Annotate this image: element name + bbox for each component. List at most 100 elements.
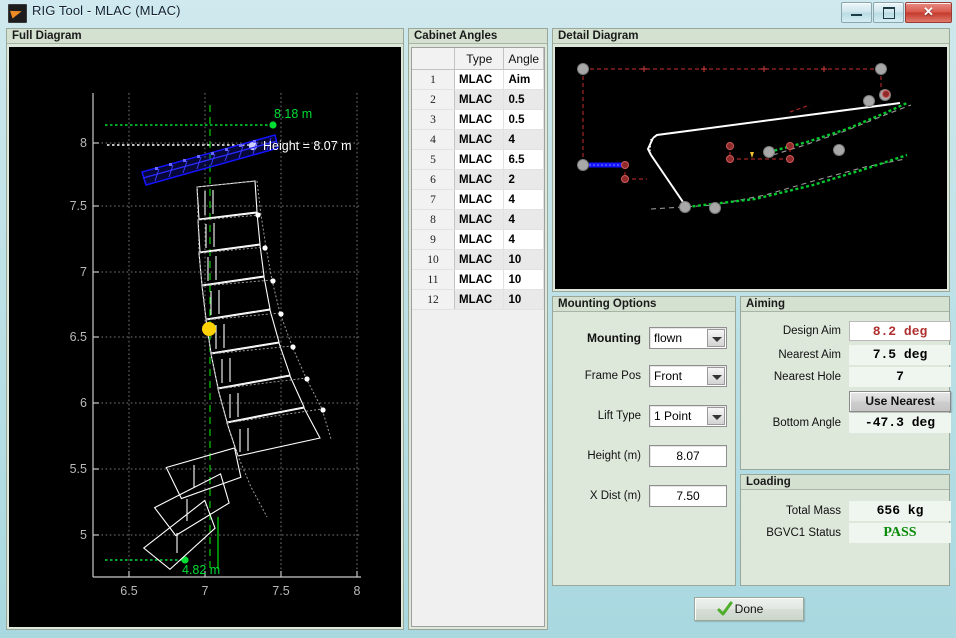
row-angle[interactable]: 4 (503, 189, 544, 210)
nearest-hole-value: 7 (849, 367, 951, 387)
table-header-row: Type Angle (412, 48, 544, 70)
mounting-options-title: Mounting Options (553, 297, 735, 312)
bgvc1-status-value: PASS (849, 523, 951, 543)
row-index: 7 (412, 189, 455, 210)
row-index: 12 (412, 289, 455, 310)
close-icon: ✕ (923, 4, 934, 19)
row-angle[interactable]: 10 (503, 289, 544, 310)
detail-diagram-body (553, 45, 949, 291)
svg-text:6.5: 6.5 (70, 330, 87, 344)
detail-diagram-canvas[interactable] (555, 47, 947, 289)
svg-text:8: 8 (80, 136, 87, 150)
table-row[interactable]: 10 MLAC 10 (412, 249, 544, 270)
table-row[interactable]: 11 MLAC 10 (412, 269, 544, 290)
row-type[interactable]: MLAC (454, 189, 505, 210)
maximize-button[interactable] (873, 2, 904, 23)
table-row[interactable]: 4 MLAC 4 (412, 129, 544, 150)
full-diagram-title: Full Diagram (7, 29, 403, 44)
use-nearest-button[interactable]: Use Nearest (849, 391, 951, 412)
window-controls: ✕ (841, 2, 952, 23)
row-angle[interactable]: 4 (503, 209, 544, 230)
full-diagram-body: 8.18 m Height = 8.07 m 4.82 m 8 7.5 7 6.5 … (7, 45, 403, 629)
loading-body: Total Mass 656 kg BGVC1 Status PASS (741, 491, 951, 585)
mounting-select[interactable]: flown (649, 327, 727, 349)
svg-text:8: 8 (354, 584, 361, 598)
row-angle[interactable]: 0.5 (503, 89, 544, 110)
minimize-button[interactable] (841, 2, 872, 23)
nearest-aim-row: Nearest Aim 7.5 deg (741, 345, 951, 365)
mounting-row: Mounting flown (553, 327, 737, 349)
bottom-dimension-label: 4.82 m (182, 563, 220, 577)
aiming-panel: Aiming Design Aim 8.2 deg Nearest Aim 7.… (740, 296, 951, 470)
close-button[interactable]: ✕ (905, 2, 952, 23)
frame-pos-label: Frame Pos (584, 370, 641, 382)
row-angle[interactable]: Aim (503, 69, 544, 90)
chevron-down-icon[interactable] (707, 329, 725, 347)
row-type[interactable]: MLAC (454, 249, 505, 270)
title-bar: RIG Tool - MLAC (MLAC) ✕ (0, 0, 956, 24)
row-type[interactable]: MLAC (454, 129, 505, 150)
row-angle[interactable]: 6.5 (503, 149, 544, 170)
height-input[interactable]: 8.07 (649, 445, 727, 467)
minimize-icon (851, 14, 862, 16)
table-row[interactable]: 7 MLAC 4 (412, 189, 544, 210)
row-type[interactable]: MLAC (454, 269, 505, 290)
header-angle: Angle (503, 48, 544, 70)
row-angle[interactable]: 4 (503, 129, 544, 150)
table-row[interactable]: 9 MLAC 4 (412, 229, 544, 250)
row-type[interactable]: MLAC (454, 109, 505, 130)
row-type[interactable]: MLAC (454, 89, 505, 110)
svg-text:5: 5 (80, 528, 87, 542)
cabinet-angles-body: Type Angle 1 MLAC Aim 2 MLAC 0.5 3 MLAC 0.5 4M… (409, 45, 547, 629)
full-diagram-canvas[interactable]: 8.18 m Height = 8.07 m 4.82 m 8 7.5 7 6.5 … (9, 47, 401, 627)
row-index: 8 (412, 209, 455, 230)
check-icon (717, 601, 733, 616)
lift-type-select[interactable]: 1 Point (649, 405, 727, 427)
bottom-angle-row: Bottom Angle -47.3 deg (741, 413, 951, 433)
table-row[interactable]: 6 MLAC 2 (412, 169, 544, 190)
svg-text:6: 6 (80, 396, 87, 410)
frame-pos-select[interactable]: Front (649, 365, 727, 387)
lift-type-value: 1 Point (654, 409, 692, 423)
row-index: 11 (412, 269, 455, 290)
detail-diagram-panel: Detail Diagram (552, 28, 950, 292)
detail-diagram-svg (577, 63, 912, 214)
table-row[interactable]: 3 MLAC 0.5 (412, 109, 544, 130)
nearest-hole-row: Nearest Hole 7 (741, 367, 951, 387)
row-angle[interactable]: 2 (503, 169, 544, 190)
row-index: 4 (412, 129, 455, 150)
xdist-input[interactable]: 7.50 (649, 485, 727, 507)
row-type[interactable]: MLAC (454, 149, 505, 170)
xdist-label: X Dist (m) (589, 490, 641, 502)
cabinet-angles-table[interactable]: Type Angle 1 MLAC Aim 2 MLAC 0.5 3 MLAC 0.5 4M… (412, 48, 544, 310)
done-button[interactable]: Done (694, 597, 804, 621)
application-window: RIG Tool - MLAC (MLAC) ✕ Full Diagram 8.… (0, 0, 956, 638)
chevron-down-icon[interactable] (707, 407, 725, 425)
row-type[interactable]: MLAC (454, 209, 505, 230)
chevron-down-icon[interactable] (707, 367, 725, 385)
table-row[interactable]: 12 MLAC 10 (412, 289, 544, 310)
table-row[interactable]: 2 MLAC 0.5 (412, 89, 544, 110)
cabinet-angles-table-wrap[interactable]: Type Angle 1 MLAC Aim 2 MLAC 0.5 3 MLAC 0.5 4M… (411, 47, 545, 627)
row-index: 2 (412, 89, 455, 110)
top-dimension-label: 8.18 m (274, 107, 312, 121)
row-angle[interactable]: 4 (503, 229, 544, 250)
row-type[interactable]: MLAC (454, 69, 505, 90)
row-type[interactable]: MLAC (454, 169, 505, 190)
header-type: Type (454, 48, 505, 70)
svg-text:7: 7 (80, 265, 87, 279)
table-row[interactable]: 8 MLAC 4 (412, 209, 544, 230)
row-angle[interactable]: 0.5 (503, 109, 544, 130)
bottom-angle-label: Bottom Angle (772, 417, 841, 429)
row-angle[interactable]: 10 (503, 269, 544, 290)
row-angle[interactable]: 10 (503, 249, 544, 270)
table-row[interactable]: 1 MLAC Aim (412, 69, 544, 90)
lift-type-row: Lift Type 1 Point (553, 405, 737, 427)
row-index: 10 (412, 249, 455, 270)
height-label: Height (m) (587, 450, 641, 462)
row-type[interactable]: MLAC (454, 289, 505, 310)
frame-pos-row: Frame Pos Front (553, 365, 737, 387)
table-row[interactable]: 5 MLAC 6.5 (412, 149, 544, 170)
svg-text:7: 7 (202, 584, 209, 598)
row-type[interactable]: MLAC (454, 229, 505, 250)
